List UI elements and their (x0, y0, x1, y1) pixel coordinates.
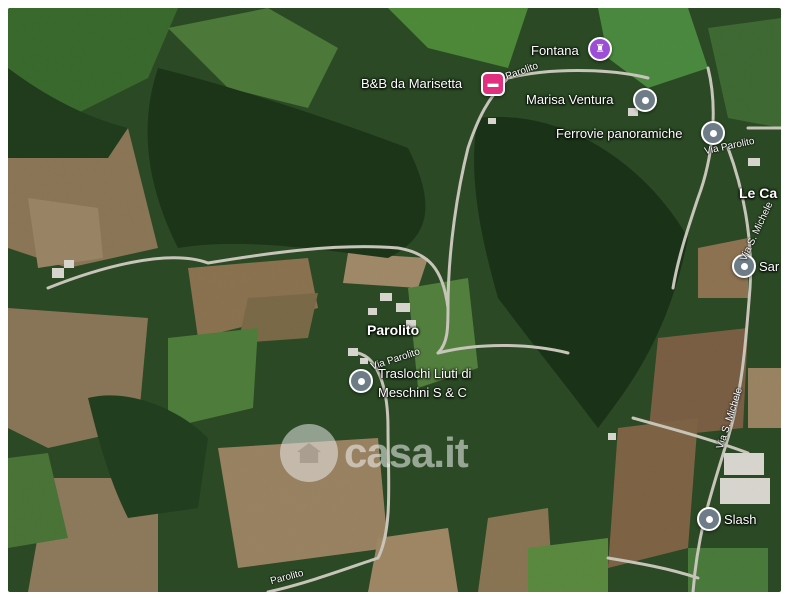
house-icon (280, 424, 338, 482)
place-label-slash[interactable]: Slash (724, 512, 757, 527)
location-pin-icon[interactable] (633, 88, 657, 112)
location-pin-icon[interactable] (697, 507, 721, 531)
location-pin-icon[interactable] (349, 369, 373, 393)
map-imagery (8, 8, 781, 592)
watermark-text: casa.it (344, 429, 469, 476)
casa-it-watermark: casa.it (280, 424, 469, 482)
place-label-parolito[interactable]: Parolito (367, 322, 419, 338)
place-label-san[interactable]: Sar (759, 259, 779, 274)
satellite-map[interactable]: ♜ Fontana ▬ B&B da Marisetta Marisa Vent… (8, 8, 781, 592)
place-label-bnb[interactable]: B&B da Marisetta (361, 76, 462, 91)
bed-icon[interactable]: ▬ (481, 72, 505, 96)
place-label-fontana[interactable]: Fontana (531, 43, 579, 58)
place-label-ferrovie[interactable]: Ferrovie panoramiche (556, 126, 682, 141)
fountain-icon[interactable]: ♜ (588, 37, 612, 61)
place-label-traslochi-line1[interactable]: Traslochi Liuti di (378, 366, 471, 381)
place-label-marisa-ventura[interactable]: Marisa Ventura (526, 92, 613, 107)
place-label-traslochi-line2[interactable]: Meschini S & C (378, 385, 467, 400)
place-label-le-ca[interactable]: Le Ca (739, 185, 777, 201)
